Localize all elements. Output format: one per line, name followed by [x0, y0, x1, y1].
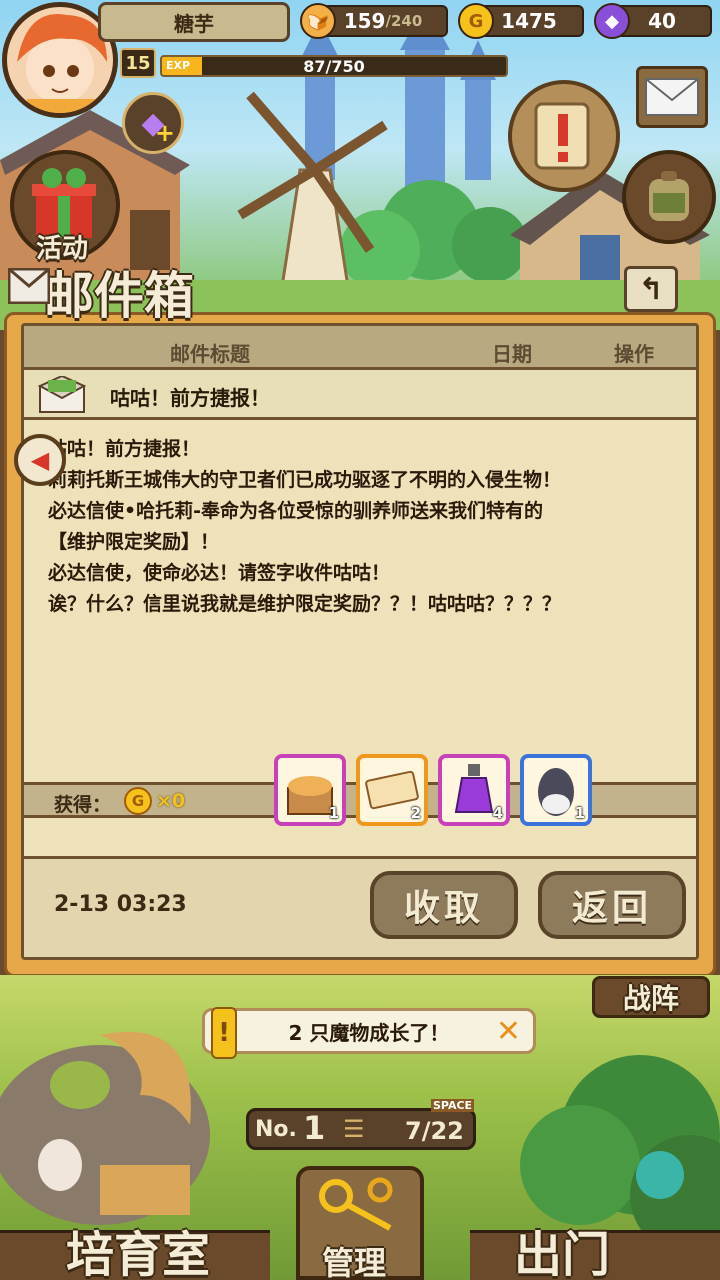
reward-item-bread-basket[interactable]: 1 [274, 754, 346, 826]
col-date: 日期 [492, 342, 532, 366]
mail-date: 2-13 03:23 [54, 892, 187, 917]
notification-toast[interactable]: ! 2 只魔物成长了！ ✕ [202, 1007, 536, 1059]
formation-button[interactable]: 战阵 [592, 976, 710, 1018]
plus-icon: + [154, 119, 175, 147]
no-prefix: No. [255, 1117, 297, 1142]
space-counter[interactable]: No. 1 ☰ SPACE 7/22 [246, 1099, 476, 1150]
col-subject: 邮件标题 [170, 342, 250, 366]
nav-depart-button[interactable]: 出门 [470, 1227, 720, 1280]
collect-button[interactable]: 收取 [370, 871, 518, 939]
item-qty: 2 [410, 804, 421, 822]
mail-detail: 邮件标题 日期 操作 咕咕！前方捷报！ 咕咕！前方捷报！ 莉莉托斯王城伟大的守卫… [21, 323, 699, 960]
depart-label: 出门 [514, 1227, 611, 1280]
close-x-icon[interactable]: ✕ [496, 1017, 521, 1047]
close-back-button[interactable]: ↰ [624, 266, 678, 312]
reward-gold-count: ×0 [156, 790, 186, 812]
notification-text: 2 只魔物成长了！ [288, 1020, 450, 1045]
player-name: 糖芋 [174, 11, 214, 36]
reward-item-ticket[interactable]: 2 [356, 754, 428, 826]
mail-body-line: 莉莉托斯王城伟大的守卫者们已成功驱逐了不明的入侵生物！ [48, 469, 562, 491]
incubator-label: 培育室 [66, 1227, 211, 1280]
scroll-exclaim-icon [534, 102, 590, 170]
list-icon: ☰ [343, 1115, 365, 1143]
return-button[interactable]: 返回 [538, 871, 686, 939]
mail-body-line: 诶？什么？信里说我就是维护限定奖励？？！咕咕咕？？？？ [48, 593, 562, 615]
nav-incubator-button[interactable]: 培育室 [0, 1227, 270, 1280]
quest-scroll-button[interactable] [508, 80, 620, 192]
space-label: SPACE [431, 1099, 475, 1112]
player-name-bar: 糖芋 [98, 2, 290, 42]
bread-icon: 🍞 [300, 3, 336, 39]
exp-value: 87/750 [303, 57, 365, 76]
mail-open-icon [37, 374, 88, 418]
stamina-value: 159 [343, 9, 386, 33]
mail-subject: 咕咕！前方捷报！ [110, 386, 270, 410]
item-qty: 1 [328, 804, 339, 822]
formation-label: 战阵 [622, 982, 679, 1015]
add-gem-button[interactable]: ◆ + [122, 92, 184, 154]
keys-icon [319, 1177, 393, 1231]
backpack-button[interactable] [622, 150, 716, 244]
level-badge: 15 [120, 48, 156, 78]
nav-manage-button[interactable]: 管理 [296, 1166, 424, 1280]
purple-gem-icon: ◆ [594, 3, 630, 39]
column-header: 邮件标题 日期 操作 [24, 326, 696, 370]
space-value: 7/22 [405, 1117, 464, 1145]
reward-item-purple-potion[interactable]: 4 [438, 754, 510, 826]
mail-body: 咕咕！前方捷报！ 莉莉托斯王城伟大的守卫者们已成功驱逐了不明的入侵生物！ 必达信… [48, 434, 672, 620]
stamina-max: /240 [385, 12, 423, 30]
no-value: 1 [303, 1109, 326, 1147]
gem-value: 40 [648, 9, 676, 33]
item-qty: 1 [574, 804, 585, 822]
manage-label: 管理 [322, 1244, 387, 1280]
mail-body-line: 咕咕！前方捷报！ [48, 438, 201, 460]
gold-value: 1475 [501, 9, 557, 33]
exp-bar: EXP 87/750 [160, 55, 508, 77]
alert-exclaim-icon: ! [211, 1007, 237, 1059]
item-qty: 4 [492, 804, 503, 822]
backpack-icon [649, 171, 689, 221]
mail-body-line: 必达信使，使命必达！请签字收件咕咕！ [48, 562, 391, 584]
mail-subject-row: 咕咕！前方捷报！ [24, 370, 696, 420]
mailbox-title-envelope-icon [7, 267, 51, 308]
mail-button[interactable] [636, 66, 708, 128]
arrow-left-icon: ◀ [30, 446, 50, 474]
reward-gold-icon: G [124, 787, 152, 815]
reward-item-egg[interactable]: 1 [520, 754, 592, 826]
mailbox-title: 邮件箱 [44, 267, 194, 325]
mail-body-line: 必达信使•哈托莉-奉命为各位受惊的驯养师送来我们特有的 [48, 500, 544, 522]
previous-mail-arrow-button[interactable]: ◀ [14, 434, 66, 486]
gold-coin-icon: G [458, 3, 494, 39]
mailbox-panel: 邮件标题 日期 操作 咕咕！前方捷报！ 咕咕！前方捷报！ 莉莉托斯王城伟大的守卫… [4, 312, 716, 977]
envelope-icon [645, 78, 699, 116]
return-arrow-icon: ↰ [638, 271, 664, 307]
mail-body-line: 【维护限定奖励】！ [48, 531, 220, 553]
reward-label: 获得： [54, 794, 112, 816]
col-action: 操作 [614, 342, 654, 366]
stamina-bar[interactable]: 159/240 [318, 5, 448, 37]
